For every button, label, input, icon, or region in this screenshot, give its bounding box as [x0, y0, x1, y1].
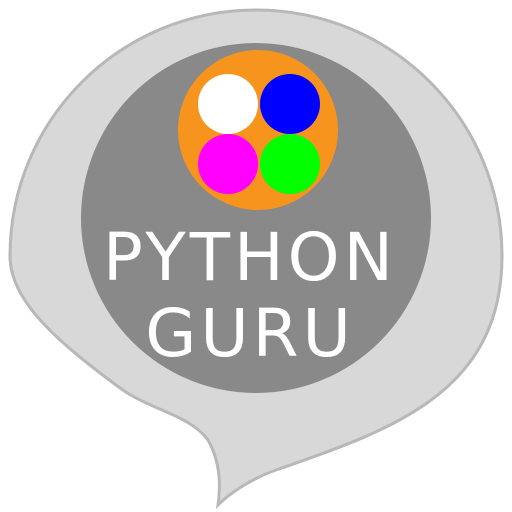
orange-disc: [178, 50, 338, 210]
speech-bubble-icon: PYTHON GURU: [8, 8, 504, 510]
green-dot: [260, 134, 320, 194]
magenta-dot: [198, 134, 258, 194]
title-line-1: PYTHON: [103, 219, 397, 296]
white-dot: [198, 74, 258, 134]
blue-dot: [260, 74, 320, 134]
app-icon: PYTHON GURU: [0, 0, 512, 512]
title-line-2: GURU: [145, 295, 355, 372]
